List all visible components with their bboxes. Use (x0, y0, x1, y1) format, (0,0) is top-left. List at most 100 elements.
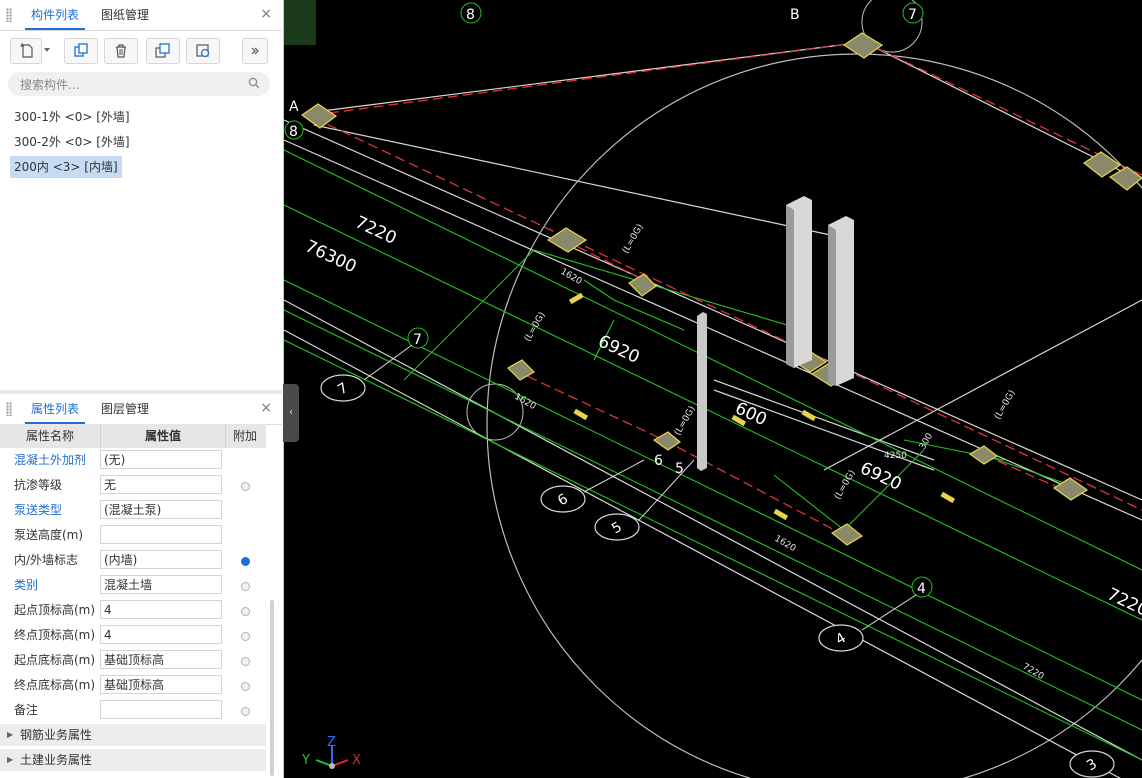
svg-text:4250: 4250 (884, 451, 907, 461)
property-name: 抗渗等级 (14, 478, 63, 492)
property-value-field[interactable]: 混凝土墙 (100, 575, 222, 594)
property-row[interactable]: 内/外墙标志 (内墙) (0, 548, 266, 573)
list-item[interactable]: 300-1外 <0> [外墙] (10, 106, 134, 128)
tab-drawing-management[interactable]: 图纸管理 (95, 0, 155, 30)
property-row[interactable]: 终点底标高(m) 基础顶标高 (0, 673, 266, 698)
axis-label-7: 7 (908, 7, 917, 23)
property-value-field[interactable] (100, 525, 222, 544)
component-panel-tabbar: 构件列表 图纸管理 × (0, 0, 282, 31)
search-icon[interactable] (248, 77, 260, 89)
property-table-header: 属性名称 属性值 附加 (0, 424, 266, 448)
search-input[interactable] (18, 75, 242, 95)
property-table: 混凝土外加剂 (无) 抗渗等级 无泵送类型 (混凝土泵) 泵送高度(m) 内/外墙标志 (内墙… (0, 448, 266, 723)
property-name: 起点底标高(m) (14, 653, 96, 667)
property-row[interactable]: 泵送类型 (混凝土泵) (0, 498, 266, 523)
tab-property-list[interactable]: 属性列表 (25, 394, 86, 424)
property-row[interactable]: 起点底标高(m) 基础顶标高 (0, 648, 266, 673)
property-name: 起点顶标高(m) (14, 603, 96, 617)
property-value-field[interactable]: 基础顶标高 (100, 675, 222, 694)
component-toolbar (0, 34, 282, 68)
axis-label-7: 7 (413, 332, 422, 348)
list-item[interactable]: 300-2外 <0> [外墙] (10, 131, 134, 153)
property-row[interactable]: 类别 混凝土墙 (0, 573, 266, 598)
property-name: 备注 (14, 703, 39, 717)
extra-toggle-dot[interactable] (241, 682, 250, 691)
property-name: 终点顶标高(m) (14, 628, 96, 642)
duplicate-layer-button[interactable] (146, 38, 180, 64)
property-value-field[interactable]: 基础顶标高 (100, 650, 222, 669)
property-value-field[interactable]: (混凝土泵) (100, 500, 222, 519)
property-value-field[interactable]: (无) (100, 450, 222, 469)
collapse-panel-handle[interactable]: ‹ (283, 384, 299, 442)
green-block (284, 0, 316, 45)
delete-button[interactable] (104, 38, 138, 64)
tab-component-list[interactable]: 构件列表 (25, 0, 86, 30)
extra-toggle-dot[interactable] (241, 632, 250, 641)
property-value-field[interactable]: 4 (100, 625, 222, 644)
model-viewport[interactable]: 1620 (L=0G) (L=0G) (L=0G) (L=0G) (L=0G) … (284, 0, 1142, 778)
svg-text:(L=0G): (L=0G) (523, 311, 548, 344)
property-value-field[interactable]: (内墙) (100, 550, 222, 569)
axis-label-6: 6 (654, 453, 663, 469)
green-grid-lines (284, 149, 1142, 761)
extra-toggle-dot[interactable] (241, 582, 250, 591)
dim-7220: 7220 (352, 212, 400, 248)
property-scrollbar[interactable] (270, 600, 274, 776)
axis-label-8: 8 (289, 124, 298, 140)
axis-label-5: 5 (675, 461, 684, 477)
component-search (8, 72, 270, 96)
close-icon[interactable]: × (260, 6, 272, 22)
dim-6920: 6920 (595, 331, 643, 367)
property-name: 泵送高度(m) (14, 528, 84, 542)
property-row[interactable]: 起点顶标高(m) 4 (0, 598, 266, 623)
property-value-field[interactable]: 4 (100, 600, 222, 619)
property-value-field[interactable] (100, 700, 222, 719)
axis-label-a: A (289, 99, 299, 115)
drag-grip-icon[interactable] (6, 402, 12, 416)
list-item-selected[interactable]: 200内 <3> [内墙] (10, 156, 122, 178)
expand-arrow-icon: ▶ (7, 755, 14, 764)
dim-7220: 7220 (1104, 584, 1142, 620)
extra-toggle-dot[interactable] (241, 707, 250, 716)
property-name: 混凝土外加剂 (14, 453, 87, 467)
new-component-button[interactable] (10, 38, 42, 64)
group-civil-properties[interactable]: ▶ 土建业务属性 (0, 749, 266, 771)
svg-text:(L=0G): (L=0G) (993, 389, 1018, 422)
refresh-icon (196, 44, 210, 58)
extra-toggle-dot[interactable] (241, 657, 250, 666)
property-name: 类别 (14, 578, 39, 592)
svg-text:1620: 1620 (513, 392, 538, 412)
dim-600: 600 (732, 398, 770, 430)
property-row[interactable]: 终点顶标高(m) 4 (0, 623, 266, 648)
property-row[interactable]: 泵送高度(m) (0, 523, 266, 548)
more-button[interactable] (242, 38, 268, 64)
tab-layer-management[interactable]: 图层管理 (95, 394, 155, 424)
dropdown-arrow-icon[interactable] (44, 48, 50, 52)
copy-icon (74, 43, 88, 57)
property-value-field[interactable]: 无 (100, 475, 222, 494)
drag-grip-icon[interactable] (6, 8, 12, 22)
close-icon[interactable]: × (260, 400, 272, 416)
property-row[interactable]: 备注 (0, 698, 266, 723)
wall-centerlines (313, 41, 1142, 536)
axis-label-b: B (790, 7, 800, 23)
axis-gizmo: X Y Z (301, 735, 361, 769)
extra-toggle-dot[interactable] (241, 607, 250, 616)
cad-drawing[interactable]: 1620 (L=0G) (L=0G) (L=0G) (L=0G) (L=0G) … (284, 0, 1142, 778)
copy-button[interactable] (64, 38, 98, 64)
duplicate-layer-icon (155, 43, 170, 58)
property-row[interactable]: 抗渗等级 无 (0, 473, 266, 498)
svg-text:(L=0G): (L=0G) (621, 223, 646, 256)
refresh-button[interactable] (186, 38, 220, 64)
new-component-icon (20, 43, 33, 58)
extra-toggle-dot[interactable] (241, 557, 250, 566)
extra-toggle-dot[interactable] (241, 482, 250, 491)
axis-label-4: 4 (917, 581, 926, 597)
group-rebar-properties[interactable]: ▶ 钢筋业务属性 (0, 724, 266, 746)
column-header-name: 属性名称 (26, 429, 75, 443)
dim-76300: 76300 (302, 236, 359, 277)
property-row[interactable]: 混凝土外加剂 (无) (0, 448, 266, 473)
property-name: 泵送类型 (14, 503, 63, 517)
dim-6920: 6920 (857, 458, 905, 494)
property-name: 终点底标高(m) (14, 678, 96, 692)
